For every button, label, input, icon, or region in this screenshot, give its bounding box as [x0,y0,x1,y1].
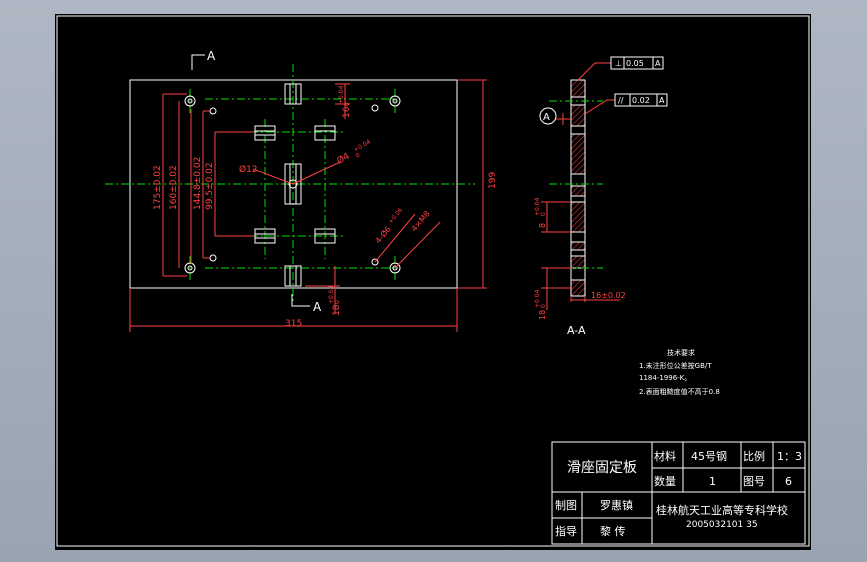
tech-notes: 技术要求 1.未注形位公差按GB/T 1184-1996-K。 2.表面粗糙度值… [639,348,720,396]
scale-value: 1：3 [777,450,802,463]
quantity-value: 1 [709,475,716,488]
gdt-perp-symbol: ⊥ [615,59,622,68]
material-label: 材料 [654,449,676,463]
gdt-par-symbol: // [618,96,624,105]
material-value: 45号钢 [691,450,727,463]
dim-99: 99.5±0.02 [205,162,215,210]
section-body [570,79,586,297]
school-name: 桂林航天工业高等专科学校 [656,503,788,517]
gdt-par-datum: A [659,96,665,105]
drawing-no-label: 图号 [743,475,765,488]
dim-4xm8: 4×M8 [410,209,432,233]
dim-side-18-tol2: 0 [540,304,547,308]
dim-dia4-tol2: 0 [355,152,362,160]
section-view-label: A-A [567,324,586,337]
dim-side-8-tol2: 0 [540,212,547,216]
dim-bottom-18-tol2: 0 [334,300,341,304]
drawing-sheet: A A 315 199 175±0.02 160±0.02 144.8±0.02… [55,14,811,550]
drawn-label: 制图 [555,499,577,512]
drawing-no-value: 6 [785,475,792,488]
dim-side-18: 18 [538,310,547,320]
dim-dia4-tol: +0.04 [353,138,373,153]
dim-bottom-18: 18 [332,304,342,316]
dim-top-16-tol2: 0 [344,102,351,106]
front-view: A A 315 199 175±0.02 160±0.02 144.8±0.02… [105,49,498,332]
dim-4-dia6-tol: +0.06 [387,207,404,226]
dim-dia4: Ø4 [335,151,352,167]
dim-width: 315 [285,319,302,329]
dim-175: 175±0.02 [153,165,163,210]
student-id: 2005032101 35 [686,520,758,530]
dim-dia12: Ø12 [239,164,258,175]
gdt-perp-value: 0.05 [626,59,644,68]
section-cut-label-top: A [207,49,216,63]
guide-label: 指导 [555,524,577,538]
datum-label: A [543,112,550,123]
section-view: ⊥ 0.05 A // 0.02 A A 8 +0.04 0 18 +0.04 … [534,56,668,337]
dim-160: 160±0.02 [169,165,179,210]
tech-notes-title: 技术要求 [667,348,695,357]
dim-height: 199 [488,172,498,189]
gdt-frames [539,56,668,125]
guide-value: 黎 传 [600,524,626,538]
scale-label: 比例 [743,449,765,463]
slots [254,83,336,287]
cad-viewport: A A 315 199 175±0.02 160±0.02 144.8±0.02… [0,0,867,562]
sheet-border [56,15,810,547]
tech-note-2: 2.表面粗糙度值不高于0.8 [639,387,720,396]
drawing-canvas: A A 315 199 175±0.02 160±0.02 144.8±0.02… [56,15,810,547]
dim-top-16-tol: +0.04 [338,85,345,104]
drawn-value: 罗惠镇 [600,498,633,512]
quantity-label: 数量 [654,475,676,488]
dim-4-dia6: 4-Ø6 [373,224,393,245]
dimension-lines [129,79,487,332]
tech-note-1b: 1184-1996-K。 [639,374,691,382]
dim-144: 144.8±0.02 [193,157,203,210]
tech-note-1: 1.未注形位公差按GB/T [639,361,712,370]
dim-side-16: 16±0.02 [591,291,626,300]
dim-top-16: 16 [342,106,352,118]
section-cut-label-bottom: A [313,300,322,314]
dim-side-8: 8 [538,223,547,228]
gdt-perp-datum: A [655,59,661,68]
gdt-par-value: 0.02 [632,96,650,105]
part-name: 滑座固定板 [567,459,637,476]
title-block: 滑座固定板 材料 45号钢 比例 1：3 数量 1 图号 6 制图 罗惠镇 指导… [551,441,806,545]
